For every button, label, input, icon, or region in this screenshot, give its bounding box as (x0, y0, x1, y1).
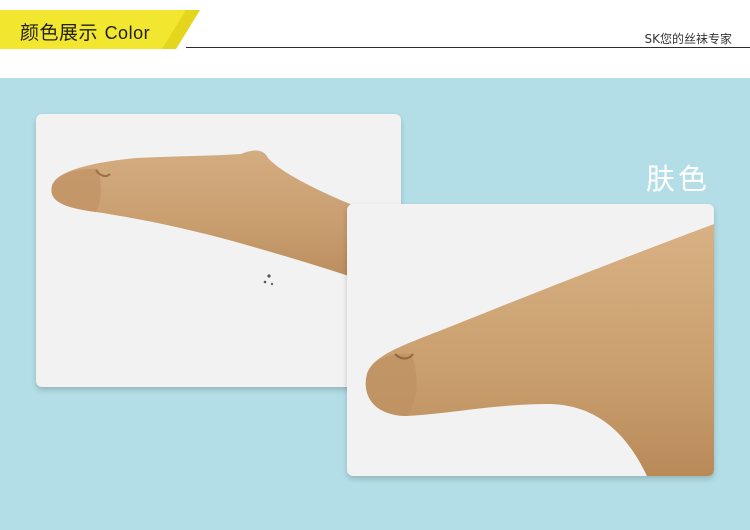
header-divider (186, 47, 750, 48)
section-title-badge: 颜色展示 Color (0, 10, 200, 49)
section-header: 颜色展示 Color SK您的丝袜专家 (0, 0, 750, 78)
color-name-label: 肤色 (646, 162, 711, 196)
brand-tagline: SK您的丝袜专家 (644, 32, 733, 46)
section-title-cn: 颜色展示 (20, 22, 99, 44)
color-showcase-panel: 肤色 (0, 78, 750, 530)
section-title-en: Color (104, 23, 151, 43)
section-title: 颜色展示 Color (20, 18, 150, 45)
product-photo-closeup (347, 204, 714, 476)
